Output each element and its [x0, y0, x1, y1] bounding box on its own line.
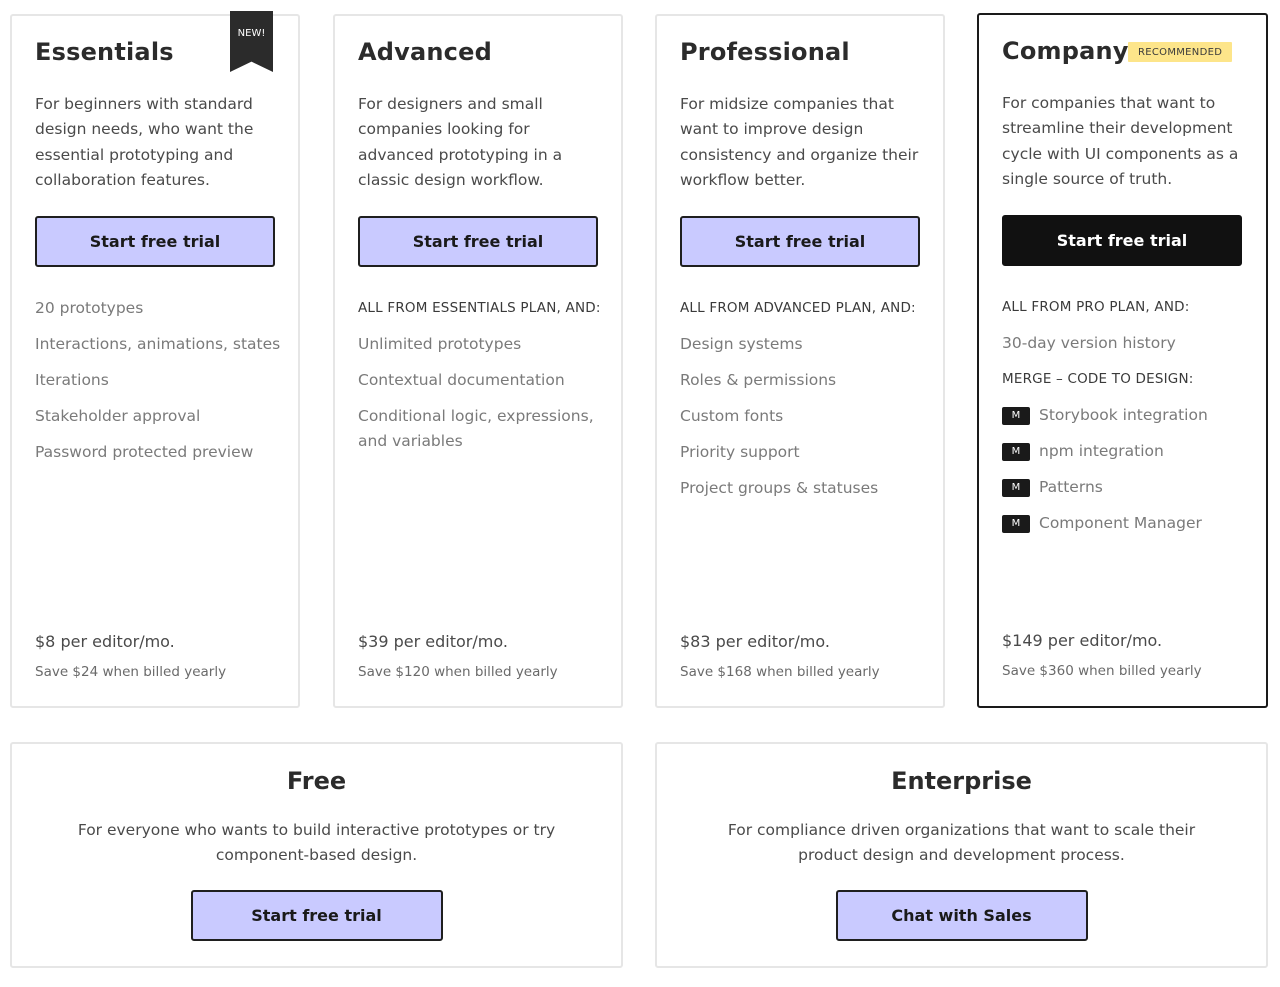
- start-free-trial-button[interactable]: Start free trial: [35, 216, 275, 267]
- plan-name: Free: [286, 767, 347, 795]
- feature-list: 20 prototypes Interactions, animations, …: [35, 296, 285, 476]
- plan-savings: Save $120 when billed yearly: [358, 664, 558, 680]
- plan-description: For designers and small companies lookin…: [358, 95, 563, 189]
- feature-item: Roles & permissions: [680, 370, 837, 389]
- plan-savings: Save $24 when billed yearly: [35, 664, 227, 680]
- start-free-trial-button[interactable]: Start free trial: [190, 890, 443, 941]
- plan-card-company: Company RECOMMENDED For companies that w…: [977, 13, 1268, 708]
- plan-name: Company: [1002, 37, 1129, 65]
- start-free-trial-button[interactable]: Start free trial: [358, 216, 598, 267]
- feature-list: ALL FROM PRO PLAN, AND: 30-day version h…: [1002, 295, 1252, 547]
- plan-name: Advanced: [358, 38, 492, 66]
- merge-badge-icon: M: [1002, 406, 1030, 425]
- feature-item: Design systems: [680, 334, 803, 353]
- feature-item: Contextual documentation: [358, 370, 565, 389]
- plan-price: $8 per editor/mo.: [35, 632, 175, 651]
- plan-card-professional: Professional For midsize companies that …: [655, 14, 945, 708]
- feature-item: Custom fonts: [680, 406, 784, 425]
- merge-feature-item: M Patterns: [1002, 475, 1252, 500]
- merge-badge-icon: M: [1002, 478, 1030, 497]
- merge-feature-item: M Storybook integration: [1002, 403, 1252, 428]
- feature-list: ALL FROM ESSENTIALS PLAN, AND: Unlimited…: [358, 296, 608, 465]
- features-heading: ALL FROM PRO PLAN, AND:: [1002, 299, 1190, 315]
- plan-savings: Save $360 when billed yearly: [1002, 663, 1202, 679]
- merge-feature-label: Storybook integration: [1039, 405, 1208, 424]
- plan-name: Enterprise: [891, 767, 1032, 795]
- plan-name: Essentials: [35, 38, 174, 66]
- plan-description: For midsize companies that want to impro…: [680, 95, 919, 189]
- plan-price: $39 per editor/mo.: [358, 632, 508, 651]
- features-heading: ALL FROM ADVANCED PLAN, AND:: [680, 300, 916, 316]
- merge-heading: MERGE – CODE TO DESIGN:: [1002, 370, 1194, 387]
- plan-card-essentials: Essentials NEW! For beginners with stand…: [10, 11, 300, 708]
- new-ribbon: NEW!: [230, 11, 273, 72]
- plan-price: $83 per editor/mo.: [680, 632, 830, 651]
- merge-badge-icon: M: [1002, 514, 1030, 533]
- plan-description: For companies that want to streamline th…: [1002, 94, 1239, 188]
- feature-item: Interactions, animations, states: [35, 334, 281, 353]
- feature-item: Project groups & statuses: [680, 478, 879, 497]
- feature-item: 30-day version history: [1002, 333, 1176, 352]
- recommended-badge: RECOMMENDED: [1128, 42, 1233, 62]
- plan-description: For compliance driven organizations that…: [727, 821, 1196, 865]
- merge-feature-label: Patterns: [1039, 477, 1103, 496]
- merge-feature-item: M Component Manager: [1002, 511, 1252, 536]
- plan-card-advanced: Advanced For designers and small compani…: [333, 14, 623, 708]
- plan-description: For beginners with standard design needs…: [35, 95, 254, 189]
- plan-card-free: Free For everyone who wants to build int…: [10, 742, 623, 968]
- merge-feature-label: Component Manager: [1039, 513, 1202, 532]
- feature-item: Password protected preview: [35, 442, 254, 461]
- feature-list: ALL FROM ADVANCED PLAN, AND: Design syst…: [680, 296, 930, 512]
- plan-card-enterprise: Enterprise For compliance driven organiz…: [655, 742, 1268, 968]
- plan-savings: Save $168 when billed yearly: [680, 664, 880, 680]
- feature-item: Priority support: [680, 442, 800, 461]
- feature-item: 20 prototypes: [35, 299, 144, 317]
- feature-item: Stakeholder approval: [35, 406, 201, 425]
- merge-feature-item: M npm integration: [1002, 439, 1252, 464]
- feature-item: Unlimited prototypes: [358, 334, 522, 353]
- merge-feature-label: npm integration: [1039, 441, 1164, 460]
- start-free-trial-button[interactable]: Start free trial: [1002, 215, 1242, 266]
- feature-item: Iterations: [35, 370, 109, 389]
- features-heading: ALL FROM ESSENTIALS PLAN, AND:: [358, 300, 601, 316]
- plan-price: $149 per editor/mo.: [1002, 631, 1163, 650]
- feature-item: Conditional logic, expressions, and vari…: [358, 406, 594, 451]
- merge-badge-icon: M: [1002, 442, 1030, 461]
- chat-with-sales-button[interactable]: Chat with Sales: [835, 890, 1088, 941]
- plan-name: Professional: [680, 38, 850, 66]
- start-free-trial-button[interactable]: Start free trial: [680, 216, 920, 267]
- plan-description: For everyone who wants to build interact…: [77, 821, 556, 865]
